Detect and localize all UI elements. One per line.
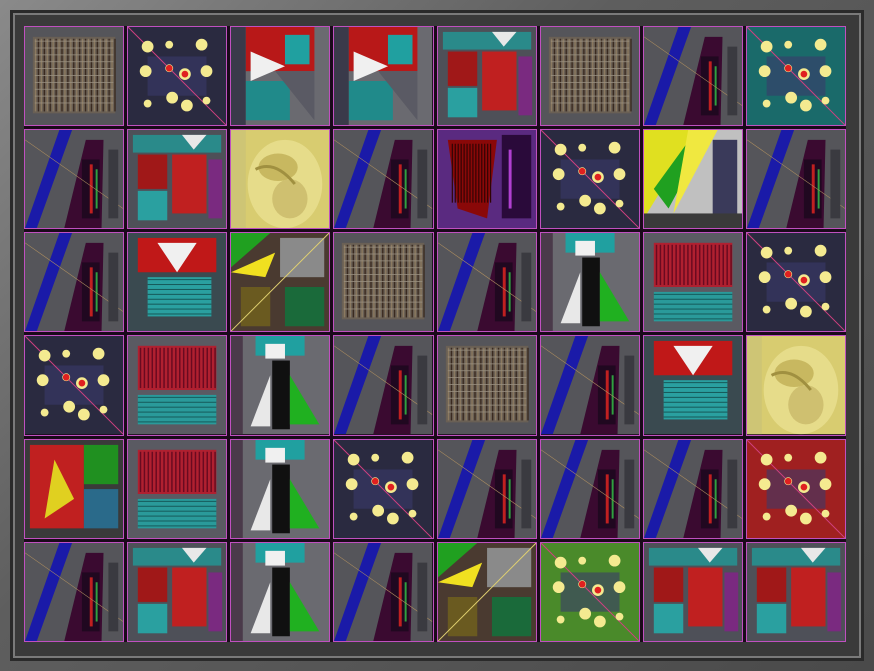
tile-art [25,27,124,126]
mosaic-tile [24,541,125,642]
tile-art [334,336,433,435]
mosaic-tile [24,26,125,127]
mosaic-tile [230,541,331,642]
mosaic-tile [333,232,434,333]
tile-art [746,130,845,229]
tile-art [437,130,536,229]
mosaic-tile [539,438,640,539]
tile-art [437,233,536,332]
mosaic-tile [24,232,125,333]
mosaic-tile [24,335,125,436]
tile-art [231,130,330,229]
mosaic-tile [333,26,434,127]
mosaic-tile [127,232,228,333]
tile-art [540,130,639,229]
mosaic-tile [642,335,743,436]
mosaic-tile [230,129,331,230]
tile-art [643,542,742,641]
tile-art [540,27,639,126]
tile-art [746,233,845,332]
mosaic-tile [539,335,640,436]
mosaic-tile [127,541,228,642]
tile-art [334,233,433,332]
tile-art [334,542,433,641]
mosaic-tile [230,335,331,436]
tile-art [128,439,227,538]
mosaic-tile [539,26,640,127]
tile-art [643,233,742,332]
tile-art [25,439,124,538]
tile-art [540,439,639,538]
mosaic-tile [642,541,743,642]
tile-art [128,27,227,126]
tile-art [128,233,227,332]
mosaic-grid [24,26,846,642]
tile-art [128,542,227,641]
tile-art [540,233,639,332]
mosaic-tile [642,438,743,539]
tile-art [643,27,742,126]
tile-art [334,439,433,538]
mosaic-tile [745,541,846,642]
mosaic-tile [539,232,640,333]
tile-art [437,27,536,126]
tile-art [334,27,433,126]
mosaic-tile [24,129,125,230]
mosaic-tile [642,26,743,127]
mosaic-tile [127,26,228,127]
mosaic-tile [436,129,537,230]
mosaic-tile [745,232,846,333]
mosaic-tile [230,232,331,333]
tile-art [231,233,330,332]
tile-art [25,542,124,641]
mosaic-tile [745,26,846,127]
mosaic-tile [745,335,846,436]
tile-art [643,336,742,435]
mosaic-tile [127,129,228,230]
tile-art [128,130,227,229]
mosaic-tile [333,541,434,642]
mosaic-tile [436,541,537,642]
tile-art [437,336,536,435]
mosaic-tile [436,335,537,436]
tile-art [25,233,124,332]
mosaic-tile [539,541,640,642]
mosaic-tile [436,438,537,539]
mosaic-tile [127,335,228,436]
tile-art [746,542,845,641]
tile-art [643,130,742,229]
tile-art [540,542,639,641]
mosaic-tile [642,232,743,333]
mosaic-tile [436,26,537,127]
tile-art [437,542,536,641]
mosaic-tile [642,129,743,230]
tile-art [231,336,330,435]
mosaic-tile [230,26,331,127]
tile-art [746,27,845,126]
tile-art [540,336,639,435]
tile-art [231,542,330,641]
picture-frame [0,0,874,671]
tile-art [643,439,742,538]
tile-art [746,336,845,435]
tile-art [231,27,330,126]
tile-art [25,336,124,435]
tile-art [231,439,330,538]
mosaic-tile [333,335,434,436]
tile-art [128,336,227,435]
mosaic-tile [539,129,640,230]
mosaic-tile [745,438,846,539]
mosaic-tile [436,232,537,333]
tile-art [437,439,536,538]
mosaic-tile [745,129,846,230]
mosaic-tile [230,438,331,539]
tile-art [746,439,845,538]
tile-art [334,130,433,229]
mosaic-tile [333,129,434,230]
mosaic-tile [333,438,434,539]
mosaic-tile [127,438,228,539]
tile-art [25,130,124,229]
mosaic-tile [24,438,125,539]
